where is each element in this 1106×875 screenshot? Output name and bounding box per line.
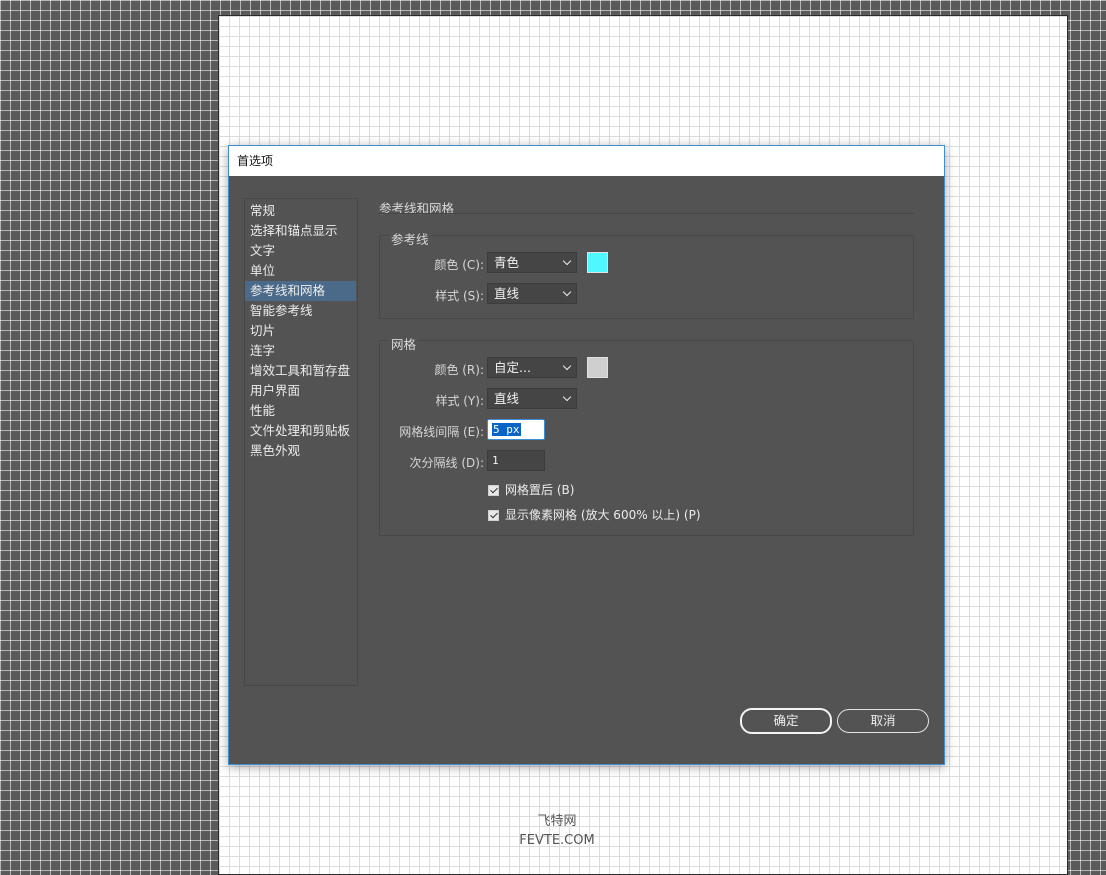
grid-color-value: 自定... xyxy=(494,360,531,375)
chevron-down-icon xyxy=(562,256,572,266)
guides-style-select[interactable]: 直线 xyxy=(487,283,577,304)
subdivisions-value: 1 xyxy=(492,454,499,467)
sidebar-item-user-interface[interactable]: 用户界面 xyxy=(245,381,356,401)
grid-style-select[interactable]: 直线 xyxy=(487,388,577,409)
guides-color-value: 青色 xyxy=(494,255,520,270)
cancel-button[interactable]: 取消 xyxy=(837,709,929,733)
grids-in-back-label: 网格置后 (B) xyxy=(505,483,575,497)
guides-style-value: 直线 xyxy=(494,286,520,301)
grid-panel-title: 网格 xyxy=(389,334,419,353)
checkbox-checked-icon xyxy=(488,510,499,521)
dialog-title: 首选项 xyxy=(229,146,944,176)
watermark-line1: 飞特网 xyxy=(537,814,577,829)
sidebar-item-plugins-scratch-disks[interactable]: 增效工具和暂存盘 xyxy=(245,361,356,381)
grid-spacing-value: 5 px xyxy=(492,423,521,436)
show-pixel-grid-checkbox[interactable]: 显示像素网格 (放大 600% 以上) (P) xyxy=(488,506,701,523)
grid-style-value: 直线 xyxy=(494,391,520,406)
grid-spacing-label: 网格线间隔 (E): xyxy=(399,425,484,439)
section-title: 参考线和网格 xyxy=(379,201,455,216)
watermark-line2: FEVTE.COM xyxy=(519,833,595,848)
grid-color-swatch[interactable] xyxy=(587,357,608,378)
sidebar-item-units[interactable]: 单位 xyxy=(245,261,356,281)
guides-color-swatch[interactable] xyxy=(587,252,608,273)
grids-in-back-checkbox[interactable]: 网格置后 (B) xyxy=(488,481,574,498)
show-pixel-grid-label: 显示像素网格 (放大 600% 以上) (P) xyxy=(505,508,701,522)
guides-style-label: 样式 (S): xyxy=(435,289,484,303)
ok-button[interactable]: 确定 xyxy=(740,708,832,734)
grid-color-select[interactable]: 自定... xyxy=(487,357,577,378)
sidebar-item-file-handling-clipboard[interactable]: 文件处理和剪贴板 xyxy=(245,421,356,441)
sidebar-item-smart-guides[interactable]: 智能参考线 xyxy=(245,301,356,321)
sidebar-item-selection-anchor-display[interactable]: 选择和锚点显示 xyxy=(245,221,356,241)
chevron-down-icon xyxy=(562,287,572,297)
chevron-down-icon xyxy=(562,392,572,402)
sidebar-item-general[interactable]: 常规 xyxy=(245,201,356,221)
subdivisions-label: 次分隔线 (D): xyxy=(409,456,484,470)
section-divider xyxy=(379,213,914,214)
subdivisions-input[interactable]: 1 xyxy=(487,450,545,471)
guides-panel xyxy=(379,235,914,319)
guides-color-label: 颜色 (C): xyxy=(434,258,484,272)
chevron-down-icon xyxy=(562,361,572,371)
guides-color-select[interactable]: 青色 xyxy=(487,252,577,273)
sidebar-item-performance[interactable]: 性能 xyxy=(245,401,356,421)
grid-color-label: 颜色 (R): xyxy=(434,363,484,377)
sidebar-item-guides-grid[interactable]: 参考线和网格 xyxy=(245,281,356,301)
guides-panel-title: 参考线 xyxy=(389,229,431,248)
watermark: 飞特网 FEVTE.COM xyxy=(505,812,609,850)
sidebar-item-slices[interactable]: 切片 xyxy=(245,321,356,341)
sidebar-item-hyphenation[interactable]: 连字 xyxy=(245,341,356,361)
preferences-sidebar: 常规 选择和锚点显示 文字 单位 参考线和网格 智能参考线 切片 连字 增效工具… xyxy=(244,198,358,686)
sidebar-item-appearance-of-black[interactable]: 黑色外观 xyxy=(245,441,356,461)
sidebar-item-type[interactable]: 文字 xyxy=(245,241,356,261)
checkbox-checked-icon xyxy=(488,485,499,496)
grid-style-label: 样式 (Y): xyxy=(435,394,484,408)
preferences-dialog: 首选项 常规 选择和锚点显示 文字 单位 参考线和网格 智能参考线 切片 连字 … xyxy=(228,145,945,765)
grid-spacing-input[interactable]: 5 px xyxy=(487,419,545,440)
